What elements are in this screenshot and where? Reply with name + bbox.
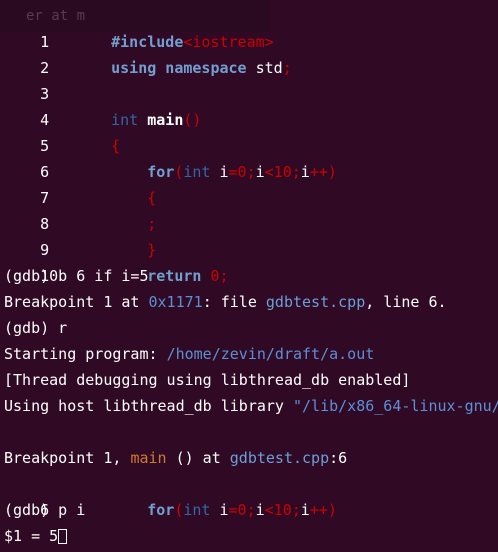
hit-mid: () at	[166, 449, 230, 467]
gdb-command-break: (gdb) b 6 if i=5	[4, 267, 149, 285]
source-line-10: 10 return 0;	[4, 237, 228, 285]
host-library-message: Using host libthread_db library "/lib/x8…	[4, 393, 498, 419]
init-expr: =0;	[228, 163, 256, 181]
semicolon: ;	[282, 59, 292, 77]
program-path: /home/zevin/draft/a.out	[166, 345, 375, 363]
main-function: main	[147, 111, 184, 129]
int-keyword: int	[183, 501, 211, 519]
terminal-cursor[interactable]	[58, 529, 68, 544]
source-line-2: 2 using namespace std;	[4, 29, 292, 77]
gdb-command-run: (gdb) r	[4, 319, 68, 337]
starting-program-message: Starting program: /home/zevin/draft/a.ou…	[4, 341, 374, 367]
inc-expr: ++)	[309, 501, 337, 519]
cond-expr: <10;	[264, 163, 301, 181]
var-i: i	[300, 501, 310, 519]
hit-file: gdbtest.cpp	[229, 449, 330, 467]
hit-function: main	[130, 449, 167, 467]
cond-expr: <10;	[264, 501, 301, 519]
bp-prefix: Breakpoint 1 at	[4, 293, 149, 311]
hit-line: :6	[329, 449, 348, 467]
gdb-command-print: (gdb) p i	[4, 501, 86, 519]
source-line-3: 3	[4, 55, 111, 103]
source-line-1: 1 #include<iostream>	[4, 3, 274, 51]
terminal-window[interactable]: er at m 1 #include<iostream> 2 using names…	[0, 0, 498, 552]
return-value: 0;	[201, 267, 229, 285]
return-keyword: return	[147, 267, 202, 285]
breakpoint-file: gdbtest.cpp	[265, 293, 366, 311]
host-prefix: Using host libthread_db library	[4, 397, 293, 415]
var-i: i	[255, 163, 265, 181]
library-path: "/lib/x86_64-linux-gnu/	[292, 397, 498, 415]
var-i: i	[210, 163, 229, 181]
source-line-8: 8 ;	[4, 185, 156, 233]
bp-mid: : file	[202, 293, 266, 311]
breakpoint-set-message: Breakpoint 1 at 0x1171: file gdbtest.cpp…	[4, 289, 447, 315]
parens: ()	[183, 111, 202, 129]
var-i: i	[210, 501, 229, 519]
source-line-6: 6 for(int i=0;i<10;i++)	[4, 133, 337, 181]
var-i: i	[255, 501, 265, 519]
source-line-5: 5{	[4, 107, 120, 155]
inc-expr: ++)	[309, 163, 337, 181]
using-keyword: using namespace	[111, 59, 247, 77]
source-line-7: 7 {	[4, 159, 156, 207]
current-frame-line: 6 for(int i=0;i<10;i++)	[4, 471, 337, 519]
for-keyword: for	[147, 501, 175, 519]
thread-debug-message: [Thread debugging using libthread_db ena…	[4, 371, 411, 389]
breakpoint-hit-message: Breakpoint 1, main () at gdbtest.cpp:6	[4, 445, 347, 471]
init-expr: =0;	[228, 501, 256, 519]
std-namespace: std	[246, 59, 283, 77]
print-result: $1 = 5	[4, 527, 59, 545]
var-i: i	[300, 163, 310, 181]
int-keyword: int	[183, 163, 211, 181]
bp-suffix: , line 6.	[365, 293, 447, 311]
source-line-4: 4 int main()	[4, 81, 201, 129]
source-line-9: 9 }	[4, 211, 156, 259]
breakpoint-address: 0x1171	[148, 293, 203, 311]
hit-prefix: Breakpoint 1,	[4, 449, 131, 467]
print-result-line[interactable]: $1 = 5	[4, 523, 68, 549]
start-prefix: Starting program:	[4, 345, 167, 363]
